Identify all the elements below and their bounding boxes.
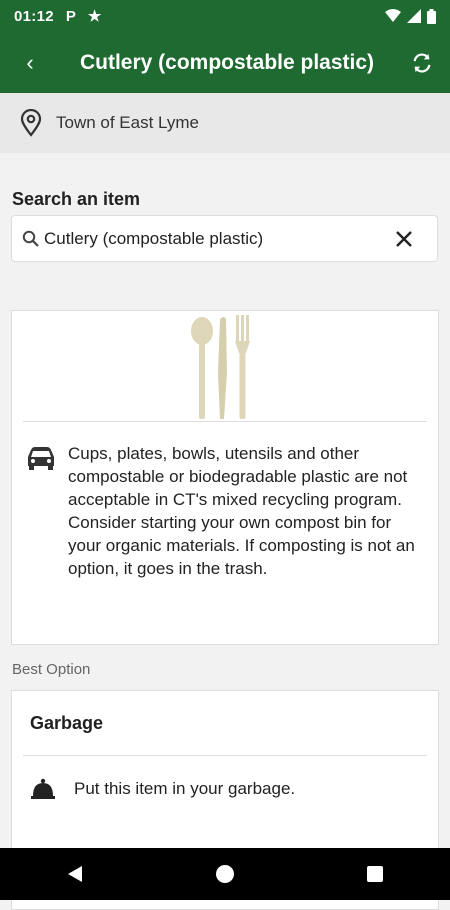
best-option-title: Garbage	[30, 712, 104, 733]
battery-icon	[427, 8, 436, 24]
back-button[interactable]: ‹	[0, 50, 60, 76]
search-box[interactable]	[11, 215, 438, 262]
search-icon	[22, 230, 39, 247]
clear-search-button[interactable]	[395, 230, 413, 248]
town-name: Town of East Lyme	[56, 113, 199, 132]
location-bar[interactable]: Town of East Lyme	[0, 93, 450, 153]
item-info-card: Cups, plates, bowls, utensils and other …	[11, 310, 439, 645]
close-icon	[396, 230, 412, 247]
search-input[interactable]	[44, 228, 374, 249]
refresh-button[interactable]	[394, 52, 450, 74]
best-option-label: Best Option	[12, 661, 91, 678]
page-title: Cutlery (compostable plastic)	[79, 50, 375, 74]
status-bar: 01:12 P ★	[0, 0, 450, 32]
car-icon	[28, 447, 54, 470]
star-icon: ★	[87, 8, 102, 25]
item-description: Cups, plates, bowls, utensils and other …	[68, 444, 415, 578]
chevron-left-icon: ‹	[26, 49, 34, 75]
status-time: 01:12	[14, 7, 54, 25]
instruction-row: Put this item in your garbage.	[12, 756, 438, 822]
system-nav-bar	[0, 848, 450, 900]
instruction-text: Put this item in your garbage.	[74, 779, 296, 798]
back-triangle-icon	[68, 866, 82, 882]
home-circle-icon	[216, 865, 234, 883]
nav-recents-button[interactable]	[345, 854, 405, 894]
signal-icon	[407, 9, 421, 23]
recents-square-icon	[367, 866, 383, 882]
parking-icon: P	[65, 7, 76, 25]
cutlery-image	[191, 315, 250, 419]
nav-back-button[interactable]	[45, 854, 105, 894]
search-label: Search an item	[12, 189, 141, 209]
refresh-icon	[413, 52, 431, 73]
bell-icon	[31, 778, 55, 799]
wifi-icon	[385, 9, 401, 22]
app-toolbar: ‹ Cutlery (compostable plastic)	[0, 32, 450, 93]
nav-home-button[interactable]	[195, 854, 255, 894]
location-pin-icon	[20, 109, 42, 137]
